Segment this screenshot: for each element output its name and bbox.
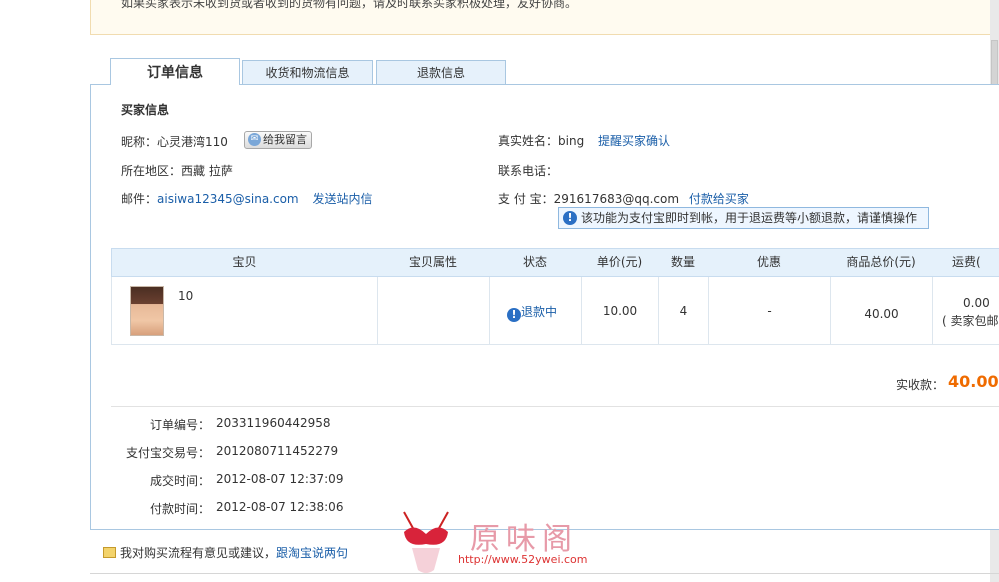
item-thumbnail[interactable] [130,286,164,336]
tab-order-info[interactable]: 订单信息 [110,58,240,85]
items-table-header: 宝贝 宝贝属性 状态 单价(元) 数量 优惠 商品总价(元) 运费( [111,248,999,277]
alipay-tip-text: 该功能为支付宝即时到帐，用于退运费等小额退款，请谨慎操作 [581,211,918,225]
alipay-account: 291617683@qq.com [553,192,680,206]
total-received-label: 实收款： [896,378,945,392]
feedback-row: 我对购买流程有意见或建议，跟淘宝说两句 [103,544,348,561]
col-status: 状态 [522,255,547,269]
total-price: 40.00 [864,307,899,321]
alipay-trade-label: 支付宝交易号： [125,446,210,460]
discount: - [767,304,772,318]
col-item: 宝贝 [232,255,257,269]
leave-message-button[interactable]: ✉ 给我留言 [244,131,312,149]
nickname-label: 昵称： [121,135,158,149]
feedback-text: 我对购买流程有意见或建议， [120,546,277,560]
watermark-logo: 原味阁 [470,522,578,557]
item-title-link[interactable]: 10 [178,289,193,303]
col-attributes: 宝贝属性 [408,255,457,269]
shipping-fee: 0.00 [963,296,990,310]
divider [111,406,999,407]
notice-text: 如果买家表示未收到货或者收到的货物有问题，请及时联系买家积极处理，友好协商。 [121,0,578,10]
quantity: 4 [679,304,688,318]
region-value: 西藏 拉萨 [181,164,233,178]
realname-value: bing [558,134,585,148]
nickname-value: 心灵港湾110 [157,135,228,149]
table-row: 10 ! 退款中 10.00 4 - 40.00 0.00 ( 卖家包邮 [111,277,999,345]
region-row: 所在地区：西藏 拉萨 [121,162,233,179]
tab-shipping-info[interactable]: 收货和物流信息 [242,60,373,84]
phone-row: 联系电话： [498,162,558,179]
email-row: 邮件：aisiwa12345@sina.com 发送站内信 [121,190,372,207]
order-number-label: 订单编号： [149,418,210,432]
nickname-row: 昵称：心灵港湾110 [121,133,228,150]
col-quantity: 数量 [670,255,695,269]
alipay-label: 支 付 宝： [498,192,554,206]
phone-label: 联系电话： [498,164,559,178]
leave-message-label: 给我留言 [263,133,307,146]
alipay-row: 支 付 宝：291617683@qq.com 付款给买家 [498,190,749,207]
shipping-note: ( 卖家包邮 [942,314,999,328]
send-message-link[interactable]: 发送站内信 [312,192,372,206]
notice-bar: 如果买家表示未收到货或者收到的货物有问题，请及时联系买家积极处理，友好协商。 [90,0,999,35]
deal-time-label: 成交时间： [149,474,210,488]
chat-icon: ✉ [248,133,261,146]
buyer-section-title: 买家信息 [121,103,170,117]
watermark-url: http://www.52ywei.com [458,553,588,566]
alipay-trade-value: 2012080711452279 [216,444,339,458]
feedback-icon [103,547,116,558]
info-icon: ! [563,211,577,225]
refund-status-icon: ! [507,308,521,322]
col-shipping: 运费( [952,255,981,269]
bottom-divider [90,573,999,574]
col-discount: 优惠 [756,255,781,269]
region-label: 所在地区： [121,164,182,178]
feedback-link[interactable]: 跟淘宝说两句 [276,546,348,560]
col-total-price: 商品总价(元) [846,255,916,269]
remind-buyer-link[interactable]: 提醒买家确认 [598,134,670,148]
status-link[interactable]: 退款中 [521,305,557,319]
order-number-value: 203311960442958 [216,416,331,430]
deal-time-value: 2012-08-07 12:37:09 [216,472,344,486]
pay-to-buyer-link[interactable]: 付款给买家 [689,192,749,206]
email-link[interactable]: aisiwa12345@sina.com [157,192,299,206]
realname-row: 真实姓名：bing 提醒买家确认 [498,132,670,149]
email-label: 邮件： [121,192,158,206]
payment-time-label: 付款时间： [149,502,210,516]
alipay-tip: ! 该功能为支付宝即时到帐，用于退运费等小额退款，请谨慎操作 [558,207,929,229]
col-unit-price: 单价(元) [596,255,643,269]
total-received-value: 40.00 [948,372,999,391]
realname-label: 真实姓名： [498,134,559,148]
unit-price: 10.00 [602,304,638,318]
lingerie-watermark-icon [403,511,449,573]
payment-time-value: 2012-08-07 12:38:06 [216,500,344,514]
status-cell: ! 退款中 [507,303,557,322]
tab-refund-info[interactable]: 退款信息 [376,60,506,84]
